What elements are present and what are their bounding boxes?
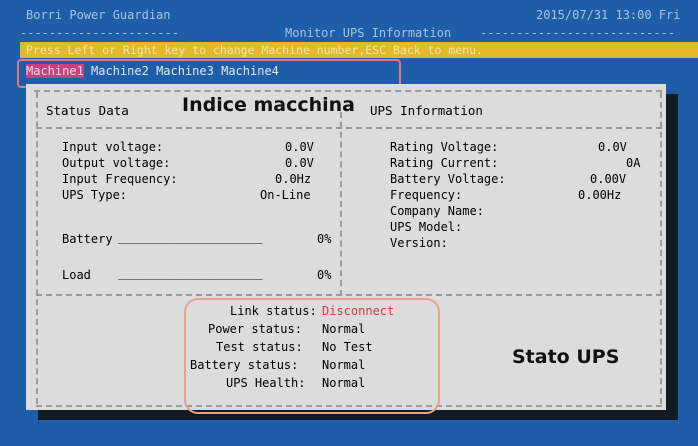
ups-info-title: UPS Information xyxy=(370,103,483,118)
rating-voltage-value: 0.0V xyxy=(598,140,627,154)
company-name-label: Company Name: xyxy=(390,204,484,218)
datetime: 2015/07/31 13:00 Fri xyxy=(536,8,681,22)
battery-bar: ____________________ xyxy=(118,230,263,244)
battery-label: Battery xyxy=(62,232,113,246)
annotation-ups-status: Stato UPS xyxy=(512,346,620,368)
output-voltage-label: Output voltage: xyxy=(62,156,171,170)
panel-border-right xyxy=(660,92,662,404)
battery-value: 0% xyxy=(317,232,332,246)
battery-voltage-label: Battery Voltage: xyxy=(390,172,506,186)
rating-voltage-label: Rating Voltage: xyxy=(390,140,499,154)
rating-current-label: Rating Current: xyxy=(390,156,499,170)
version-label: Version: xyxy=(390,236,448,250)
input-frequency-label: Input Frequency: xyxy=(62,172,178,186)
hint-text: Press Left or Right key to change Machin… xyxy=(26,43,483,57)
frequency-label: Frequency: xyxy=(390,188,463,202)
panel-border-top xyxy=(34,90,662,92)
battery-voltage-value: 0.00V xyxy=(590,172,627,186)
ups-model-label: UPS Model: xyxy=(390,220,463,234)
section-divider-bottom xyxy=(36,294,662,296)
app-title: Borri Power Guardian xyxy=(26,8,171,22)
ups-status-highlight xyxy=(184,298,440,414)
header-dash-left: ---------------------- xyxy=(20,26,179,40)
load-label: Load xyxy=(62,268,91,282)
annotation-machine-index: Indice macchina xyxy=(182,94,356,116)
frequency-value: 0.00Hz xyxy=(578,188,622,202)
input-voltage-label: Input voltage: xyxy=(62,140,164,154)
header-dash-right: --------------------------- xyxy=(480,26,676,40)
panel-border-left xyxy=(36,92,38,404)
load-bar: ____________________ xyxy=(118,266,263,280)
screen-title: Monitor UPS Information xyxy=(285,26,452,40)
column-divider xyxy=(340,112,342,296)
ups-type-value: On-Line xyxy=(260,188,311,202)
status-data-title: Status Data xyxy=(46,103,129,118)
ups-type-label: UPS Type: xyxy=(62,188,128,202)
input-voltage-value: 0.0V xyxy=(285,140,314,154)
section-divider-top xyxy=(36,127,662,129)
rating-current-value: 0A xyxy=(626,156,641,170)
output-voltage-value: 0.0V xyxy=(285,156,314,170)
input-frequency-value: 0.0Hz xyxy=(275,172,312,186)
load-value: 0% xyxy=(317,268,332,282)
